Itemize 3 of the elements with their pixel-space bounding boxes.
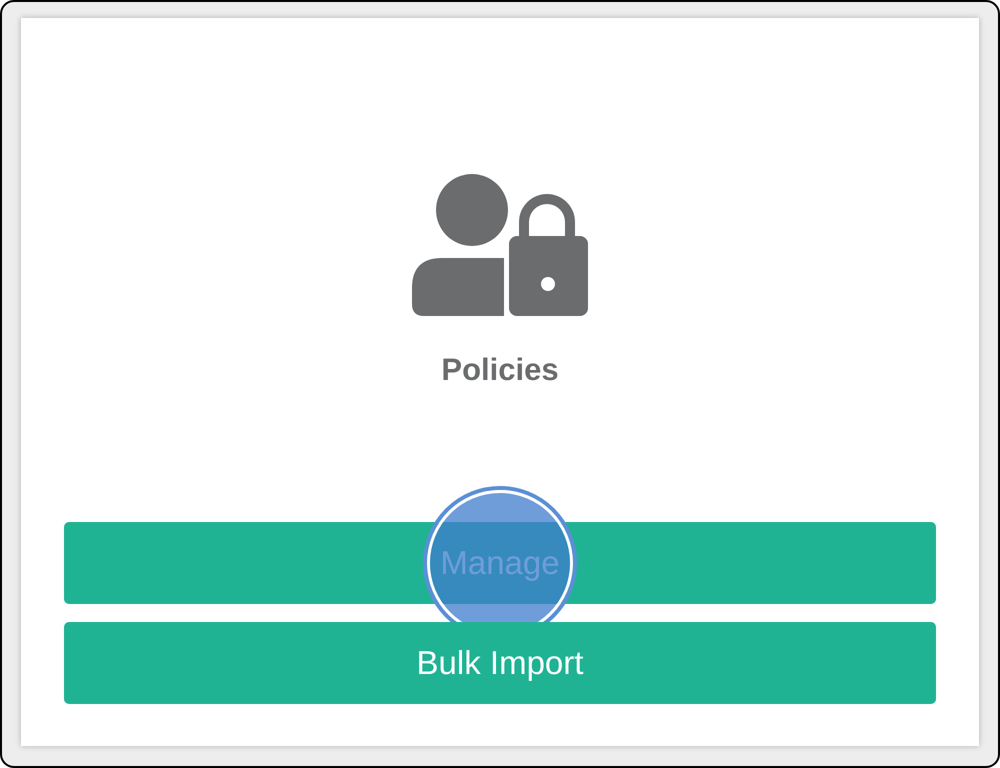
card-title: Policies bbox=[441, 354, 559, 385]
user-lock-icon bbox=[412, 174, 588, 316]
action-button[interactable]: Bulk Import bbox=[64, 622, 936, 704]
